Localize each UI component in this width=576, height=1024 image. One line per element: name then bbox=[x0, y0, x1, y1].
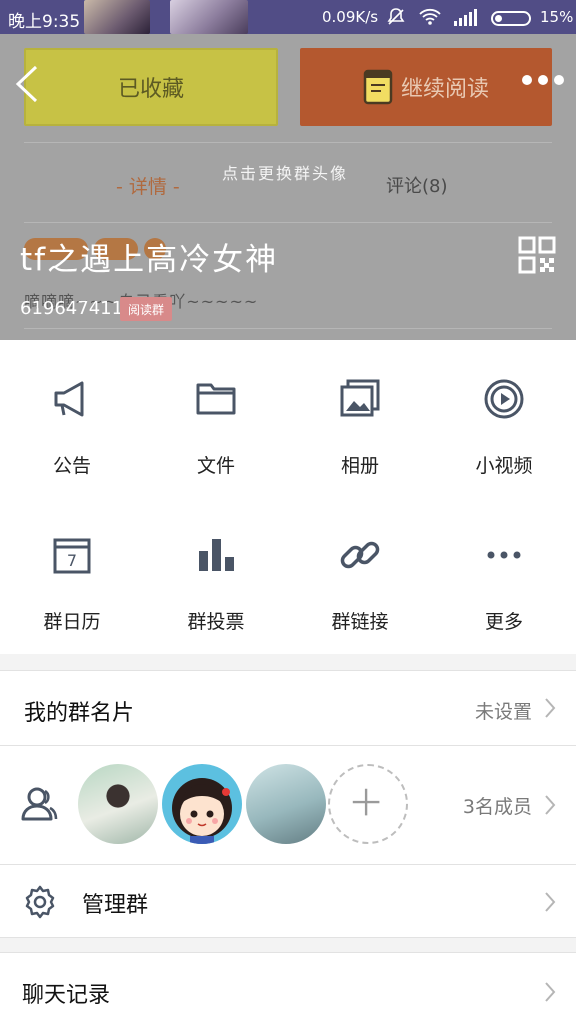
announcement-label: 公告 bbox=[52, 455, 91, 477]
manage-group-label: 管理群 bbox=[82, 893, 149, 918]
chevron-right-icon bbox=[545, 795, 556, 815]
svg-text:7: 7 bbox=[67, 551, 77, 570]
mute-icon bbox=[387, 8, 405, 25]
battery-percent: 15% bbox=[540, 8, 574, 26]
chat-history-label: 聊天记录 bbox=[22, 983, 111, 1008]
link-icon bbox=[340, 541, 380, 569]
vote-chart-icon bbox=[199, 539, 234, 571]
battery-icon bbox=[491, 11, 531, 26]
notification-thumbnail bbox=[170, 0, 248, 34]
group-name: tf之遇上高冷女神 bbox=[20, 242, 279, 278]
more-functions-button[interactable]: 更多 bbox=[432, 497, 576, 654]
continue-reading-button[interactable]: 继续阅读 bbox=[300, 48, 552, 126]
member-avatar[interactable] bbox=[246, 764, 326, 844]
favorited-label: 已收藏 bbox=[117, 77, 184, 102]
divider bbox=[24, 328, 552, 329]
group-id: 619647411 bbox=[20, 298, 124, 319]
manage-group-row[interactable]: 管理群 bbox=[0, 864, 576, 938]
cell-signal-icon bbox=[454, 9, 478, 26]
chevron-right-icon bbox=[545, 892, 556, 912]
album-label: 相册 bbox=[340, 455, 379, 477]
chevron-right-icon bbox=[545, 982, 556, 1002]
notification-thumbnail bbox=[84, 0, 150, 34]
more-icon bbox=[487, 551, 521, 559]
more-options-icon[interactable] bbox=[522, 75, 564, 87]
status-bar: 晚上9:35 0.09K/s 15% bbox=[0, 0, 576, 34]
qr-code-icon[interactable] bbox=[518, 236, 556, 274]
book-icon bbox=[363, 69, 393, 105]
plus-icon bbox=[352, 788, 380, 816]
wifi-icon bbox=[419, 8, 441, 25]
my-group-card-row[interactable]: 我的群名片 未设置 bbox=[0, 670, 576, 746]
files-label: 文件 bbox=[196, 455, 235, 477]
my-group-card-label: 我的群名片 bbox=[24, 701, 135, 726]
member-avatar[interactable] bbox=[78, 764, 158, 844]
cartoon-avatar-image bbox=[172, 778, 232, 844]
announcement-button[interactable]: 公告 bbox=[0, 340, 144, 497]
my-group-card-value: 未设置 bbox=[474, 701, 532, 723]
megaphone-icon bbox=[54, 381, 84, 417]
add-member-button[interactable] bbox=[328, 764, 408, 844]
short-video-label: 小视频 bbox=[475, 455, 533, 477]
more-functions-label: 更多 bbox=[484, 611, 523, 633]
back-arrow-icon[interactable] bbox=[14, 64, 40, 104]
group-header: 晚上9:35 0.09K/s 15% 已收藏 继续阅读 - 详情 - 点击更换群… bbox=[0, 0, 576, 340]
settings-gear-icon bbox=[25, 885, 55, 919]
album-icon bbox=[340, 379, 380, 417]
album-button[interactable]: 相册 bbox=[288, 340, 432, 497]
short-video-button[interactable]: 小视频 bbox=[432, 340, 576, 497]
group-calendar-button[interactable]: 7 群日历 bbox=[0, 497, 144, 654]
group-vote-label: 群投票 bbox=[187, 611, 245, 633]
signal-icons bbox=[386, 6, 479, 27]
group-link-button[interactable]: 群链接 bbox=[288, 497, 432, 654]
tab-details[interactable]: - 详情 - bbox=[116, 172, 180, 199]
chevron-right-icon bbox=[545, 698, 556, 718]
member-count: 3名成员 bbox=[462, 796, 532, 818]
calendar-icon: 7 bbox=[53, 538, 91, 574]
status-time: 晚上9:35 bbox=[8, 12, 81, 32]
group-vote-button[interactable]: 群投票 bbox=[144, 497, 288, 654]
chat-history-row[interactable]: 聊天记录 bbox=[0, 952, 576, 1024]
members-row[interactable]: 3名成员 bbox=[0, 745, 576, 865]
files-button[interactable]: 文件 bbox=[144, 340, 288, 497]
group-calendar-label: 群日历 bbox=[43, 611, 101, 633]
network-speed: 0.09K/s bbox=[322, 8, 379, 26]
video-icon bbox=[484, 379, 524, 419]
group-link-label: 群链接 bbox=[331, 611, 389, 633]
reading-group-badge: 阅读群 bbox=[120, 297, 173, 321]
change-avatar-hint[interactable]: 点击更换群头像 bbox=[222, 160, 348, 184]
divider bbox=[24, 222, 552, 223]
members-icon bbox=[21, 787, 58, 821]
continue-reading-label: 继续阅读 bbox=[400, 77, 489, 102]
member-avatar[interactable] bbox=[162, 764, 242, 844]
divider bbox=[24, 142, 552, 143]
tab-comments[interactable]: 评论(8) bbox=[386, 172, 448, 198]
folder-icon bbox=[196, 383, 236, 415]
function-grid: 公告 文件 相册 小视频 7 群日历 群投票 群链接 更多 bbox=[0, 340, 576, 654]
favorited-button[interactable]: 已收藏 bbox=[24, 48, 278, 126]
